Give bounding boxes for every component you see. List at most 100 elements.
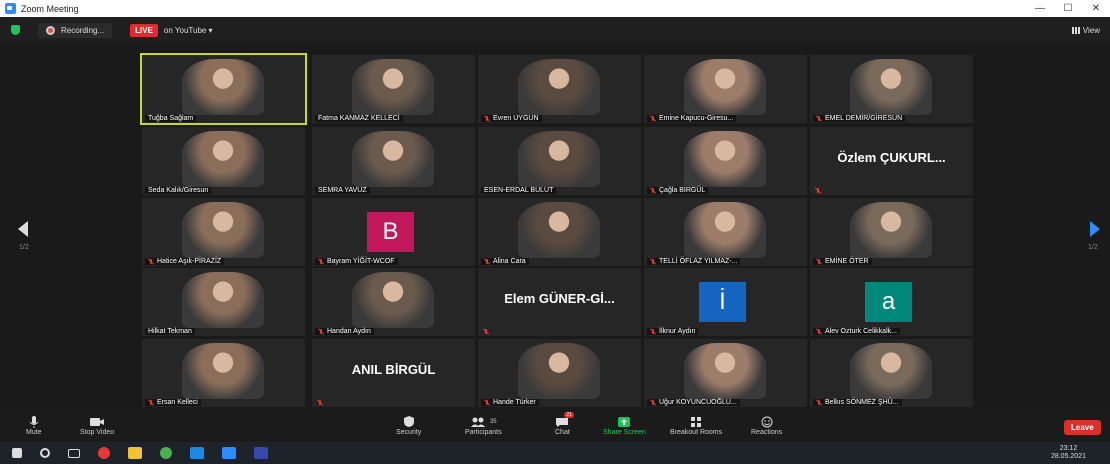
participant-name-label xyxy=(317,400,323,406)
muted-microphone-icon xyxy=(650,258,656,265)
participant-name-label: ESEN-ERDAL BULUT xyxy=(481,187,557,194)
share-screen-button[interactable]: Share Screen xyxy=(603,414,646,436)
zoom-taskbar-icon[interactable] xyxy=(222,447,236,459)
participant-name-label: SEMRA YAVUZ xyxy=(315,187,370,194)
participant-tile[interactable]: Evren UYGUN xyxy=(478,55,641,123)
participant-name: Alina Cara xyxy=(493,258,526,265)
view-toggle[interactable]: View xyxy=(1071,26,1100,35)
participant-tile[interactable]: SEMRA YAVUZ xyxy=(312,127,475,195)
muted-microphone-icon xyxy=(650,115,656,122)
participant-tile[interactable]: B Bayram YİĞİT-WCOF xyxy=(312,198,475,266)
participant-name: Uğur KOYUNCUOĞLU... xyxy=(659,399,737,406)
participant-name-label: TELLİ ÖFLAZ YILMAZ-... xyxy=(647,258,741,265)
participants-button[interactable]: 35 Participants xyxy=(465,414,502,436)
participant-name-label: Uğur KOYUNCUOĞLU... xyxy=(647,399,740,406)
participant-name-label: Seda Kalık/Giresun xyxy=(145,187,212,194)
participant-name-label: Hatice Aşık-PİRAZİZ xyxy=(145,258,225,265)
participant-video xyxy=(182,59,264,115)
participant-name-label: Fatma KANMAZ KELLECİ xyxy=(315,115,403,122)
participant-video xyxy=(850,202,932,258)
window-title: Zoom Meeting xyxy=(21,3,79,14)
windows-start-icon[interactable] xyxy=(12,448,22,458)
participant-tile[interactable]: a Alev Ozturk Celikkalk... xyxy=(810,268,973,336)
participant-name: ESEN-ERDAL BULUT xyxy=(484,187,554,194)
participant-name-label: Alina Cara xyxy=(481,258,529,265)
participant-tile[interactable]: Hatice Aşık-PİRAZİZ xyxy=(142,198,305,266)
file-explorer-icon[interactable] xyxy=(128,447,142,459)
zoom-app-icon xyxy=(5,3,16,14)
security-button[interactable]: Security xyxy=(396,414,421,436)
mute-button[interactable]: Mute xyxy=(26,414,42,436)
participant-tile[interactable]: Alina Cara xyxy=(478,198,641,266)
chat-button[interactable]: 21 Chat xyxy=(555,412,574,436)
muted-microphone-icon xyxy=(650,187,656,194)
participant-name: Çağla BİRGÜL xyxy=(659,187,706,194)
stop-video-label: Stop Video xyxy=(80,429,115,436)
participant-name-label: Hilkat Tekman xyxy=(145,328,195,335)
participant-tile[interactable]: ESEN-ERDAL BULUT xyxy=(478,127,641,195)
participant-tile[interactable]: İ İlknur Aydın xyxy=(644,268,807,336)
muted-microphone-icon xyxy=(816,115,822,122)
participants-icon xyxy=(470,417,485,427)
participant-name-label xyxy=(815,188,821,194)
meeting-topbar: Recording... LIVE on YouTube ▾ View xyxy=(0,17,1110,43)
breakout-rooms-button[interactable]: Breakout Rooms xyxy=(670,414,722,436)
participant-name: EMEL DEMİR/GİRESUN xyxy=(825,115,903,122)
participant-name-large: ANIL BİRGÜL xyxy=(351,362,436,377)
participant-tile[interactable]: Fatma KANMAZ KELLECİ xyxy=(312,55,475,123)
participant-name: EMİNE ÖTER xyxy=(825,258,869,265)
live-stream-dropdown[interactable]: on YouTube ▾ xyxy=(164,26,213,35)
participant-tile[interactable]: Seda Kalık/Giresun xyxy=(142,127,305,195)
muted-microphone-icon xyxy=(816,399,822,406)
maximize-button[interactable]: ☐ xyxy=(1054,3,1082,14)
system-clock[interactable]: 23:12 28.05.2021 xyxy=(1051,445,1086,461)
participant-name-label: EMEL DEMİR/GİRESUN xyxy=(813,115,906,122)
leave-button[interactable]: Leave xyxy=(1064,420,1101,435)
minimize-button[interactable]: — xyxy=(1026,3,1054,14)
reactions-button[interactable]: Reactions xyxy=(751,414,782,436)
participant-tile[interactable]: Uğur KOYUNCUOĞLU... xyxy=(644,339,807,407)
muted-microphone-icon xyxy=(318,328,324,335)
participant-tile[interactable]: Emine Kapucu-Giresu... xyxy=(644,55,807,123)
window-titlebar: Zoom Meeting — ☐ ✕ xyxy=(0,0,1110,17)
participant-tile[interactable]: Elem GÜNER-Gİ... xyxy=(478,268,641,336)
participant-tile[interactable]: EMEL DEMİR/GİRESUN xyxy=(810,55,973,123)
participant-name: SEMRA YAVUZ xyxy=(318,187,367,194)
task-view-icon[interactable] xyxy=(68,448,80,458)
participant-name-label: İlknur Aydın xyxy=(647,328,699,335)
participant-video xyxy=(182,131,264,187)
video-camera-icon xyxy=(90,417,105,426)
smiley-reaction-icon xyxy=(761,416,773,427)
search-icon[interactable] xyxy=(40,448,50,458)
participant-tile[interactable]: TELLİ ÖFLAZ YILMAZ-... xyxy=(644,198,807,266)
participant-name: Fatma KANMAZ KELLECİ xyxy=(318,115,400,122)
participants-label: Participants xyxy=(465,429,502,436)
share-screen-label: Share Screen xyxy=(603,429,646,436)
record-icon xyxy=(46,25,55,35)
muted-microphone-icon xyxy=(484,115,490,122)
participant-tile[interactable]: Hande Türker xyxy=(478,339,641,407)
muted-microphone-icon xyxy=(483,329,489,335)
next-page-arrow-icon[interactable] xyxy=(1090,221,1100,237)
participant-tile[interactable]: Hilkat Tekman xyxy=(142,268,305,336)
previous-page-arrow-icon[interactable] xyxy=(18,221,28,237)
participant-tile[interactable]: Belkıs SÖNMEZ ŞHÜ... xyxy=(810,339,973,407)
participant-tile[interactable]: ANIL BİRGÜL xyxy=(312,339,475,407)
security-shield-icon[interactable] xyxy=(11,25,20,35)
photos-icon[interactable] xyxy=(254,447,268,459)
participant-tile[interactable]: Handan Aydın xyxy=(312,268,475,336)
close-button[interactable]: ✕ xyxy=(1082,3,1110,14)
chrome-icon[interactable] xyxy=(160,447,172,459)
participant-video xyxy=(518,343,600,399)
participant-tile[interactable]: Özlem ÇUKURL... xyxy=(810,127,973,195)
muted-microphone-icon xyxy=(317,400,323,406)
stop-video-button[interactable]: Stop Video xyxy=(80,414,114,436)
recording-indicator[interactable]: Recording... xyxy=(38,22,113,38)
participant-tile[interactable]: Tuğba Sağlam xyxy=(140,53,307,125)
youtube-app-icon[interactable] xyxy=(98,447,110,459)
mail-icon[interactable] xyxy=(190,447,204,459)
participant-tile[interactable]: Çağla BİRGÜL xyxy=(644,127,807,195)
participant-name-label: Bayram YİĞİT-WCOF xyxy=(315,258,398,265)
participant-tile[interactable]: Ersan Kelleci xyxy=(142,339,305,407)
participant-tile[interactable]: EMİNE ÖTER xyxy=(810,198,973,266)
